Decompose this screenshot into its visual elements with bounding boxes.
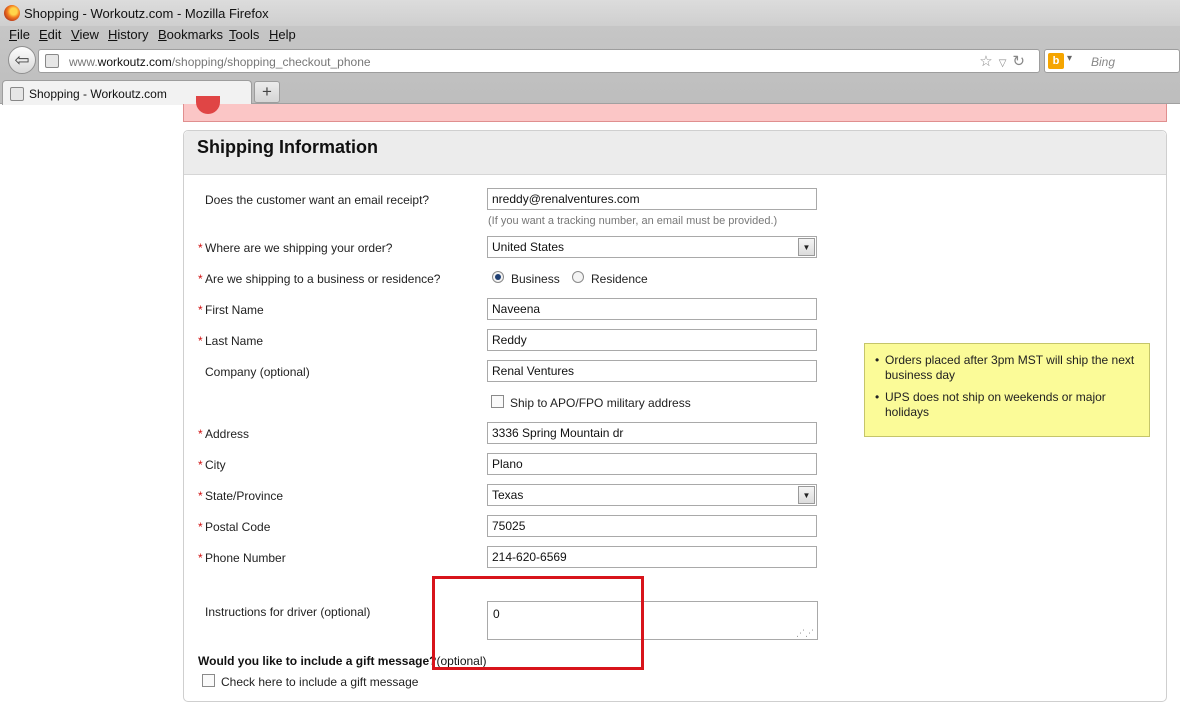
military-address-label[interactable]: Ship to APO/FPO military address: [510, 396, 691, 410]
address-type-label: Are we shipping to a business or residen…: [205, 272, 441, 286]
url-prefix: www.: [69, 55, 98, 69]
bing-icon[interactable]: b: [1048, 53, 1064, 69]
menu-view[interactable]: View: [71, 27, 99, 42]
chevron-down-icon[interactable]: ▼: [798, 238, 815, 256]
search-engine-dropdown-icon[interactable]: ▾: [1067, 53, 1072, 64]
country-select[interactable]: United States ▼: [487, 236, 817, 258]
residence-radio-label[interactable]: Residence: [591, 272, 648, 286]
email-receipt-label: Does the customer want an email receipt?: [205, 193, 430, 207]
company-label: Company (optional): [205, 365, 310, 379]
required-marker: *: [198, 334, 203, 348]
last-name-label: Last Name: [205, 334, 264, 348]
country-value: United States: [492, 240, 565, 254]
menu-file[interactable]: File: [9, 27, 30, 42]
shipping-notice-list: Orders placed after 3pm MST will ship th…: [873, 353, 1141, 420]
search-placeholder: Bing: [1091, 55, 1116, 69]
required-marker: *: [198, 520, 203, 534]
tab-bar: Shopping - Workoutz.com +: [0, 78, 1180, 105]
resize-grip-icon[interactable]: ⋰⋰: [796, 629, 814, 638]
back-arrow-icon: ⇦: [14, 49, 30, 70]
postal-code-field[interactable]: 75025: [487, 515, 817, 537]
company-field[interactable]: Renal Ventures: [487, 360, 817, 382]
required-marker: *: [198, 241, 203, 255]
required-marker: *: [198, 427, 203, 441]
tab-label: Shopping - Workoutz.com: [29, 87, 167, 101]
address-label: Address: [205, 427, 250, 441]
state-value: Texas: [492, 488, 524, 502]
country-label: Where are we shipping your order?: [205, 241, 393, 255]
shipping-notice-box: Orders placed after 3pm MST will ship th…: [864, 343, 1150, 437]
menu-help[interactable]: Help: [269, 27, 296, 42]
postal-code-label: Postal Code: [205, 520, 271, 534]
city-field[interactable]: Plano: [487, 453, 817, 475]
phone-field[interactable]: 214-620-6569: [487, 546, 817, 568]
required-marker: *: [198, 303, 203, 317]
required-marker: *: [198, 272, 203, 286]
back-button[interactable]: ⇦: [8, 46, 36, 74]
url-domain: workoutz.com: [97, 55, 172, 69]
url-text[interactable]: www.workoutz.com/shopping/shopping_check…: [69, 55, 371, 69]
gift-question-text: Would you like to include a gift message…: [198, 654, 437, 668]
menu-history[interactable]: History: [108, 27, 148, 42]
menu-tools[interactable]: Tools: [229, 27, 259, 42]
chevron-down-icon[interactable]: ▼: [798, 486, 815, 504]
new-tab-button[interactable]: +: [254, 81, 280, 103]
navigation-bar: www.workoutz.com/shopping/shopping_check…: [0, 46, 1180, 76]
annotation-highlight-box: [432, 576, 644, 670]
menu-bookmarks[interactable]: Bookmarks: [158, 27, 223, 42]
required-marker: *: [198, 458, 203, 472]
page-title: Shipping Information: [197, 137, 378, 157]
gift-message-checkbox[interactable]: [202, 674, 215, 687]
first-name-label: First Name: [205, 303, 264, 317]
url-path: /shopping/shopping_checkout_phone: [171, 55, 371, 69]
browser-chrome: Shopping - Workoutz.com - Mozilla Firefo…: [0, 0, 1180, 105]
gift-message-checkbox-label[interactable]: Check here to include a gift message: [221, 675, 418, 689]
city-label: City: [205, 458, 226, 472]
phone-label: Phone Number: [205, 551, 286, 565]
firefox-logo-icon: [4, 5, 20, 21]
panel-header: Shipping Information: [184, 131, 1166, 175]
error-banner: [183, 96, 1167, 122]
residence-radio[interactable]: [572, 271, 584, 283]
email-field[interactable]: nreddy@renalventures.com: [487, 188, 817, 210]
tab-favicon-icon: [10, 87, 24, 101]
state-select[interactable]: Texas ▼: [487, 484, 817, 506]
military-address-checkbox[interactable]: [491, 395, 504, 408]
first-name-field[interactable]: Naveena: [487, 298, 817, 320]
url-bar-icons: ☆▽↻: [979, 52, 1031, 70]
address-field[interactable]: 3336 Spring Mountain dr: [487, 422, 817, 444]
list-item: UPS does not ship on weekends or major h…: [875, 390, 1141, 420]
menu-edit[interactable]: Edit: [39, 27, 61, 42]
bookmark-star-icon[interactable]: ☆: [979, 53, 998, 70]
list-item: Orders placed after 3pm MST will ship th…: [875, 353, 1141, 383]
history-dropdown-icon[interactable]: ▽: [999, 58, 1013, 69]
reload-icon[interactable]: ↻: [1012, 53, 1031, 70]
required-marker: *: [198, 551, 203, 565]
search-bar[interactable]: b ▾ Bing: [1044, 49, 1180, 73]
email-hint: (If you want a tracking number, an email…: [488, 215, 778, 227]
business-radio[interactable]: [492, 271, 504, 283]
instructions-label: Instructions for driver (optional): [205, 605, 371, 619]
last-name-field[interactable]: Reddy: [487, 329, 817, 351]
business-radio-label[interactable]: Business: [511, 272, 560, 286]
state-label: State/Province: [205, 489, 284, 503]
required-marker: *: [198, 489, 203, 503]
site-identity-icon[interactable]: [45, 54, 59, 68]
error-icon: [196, 96, 220, 114]
menu-bar: File Edit View History Bookmarks Tools H…: [0, 26, 1180, 46]
address-bar[interactable]: www.workoutz.com/shopping/shopping_check…: [38, 49, 1040, 73]
title-bar: Shopping - Workoutz.com - Mozilla Firefo…: [0, 0, 1180, 26]
window-title: Shopping - Workoutz.com - Mozilla Firefo…: [24, 6, 269, 21]
